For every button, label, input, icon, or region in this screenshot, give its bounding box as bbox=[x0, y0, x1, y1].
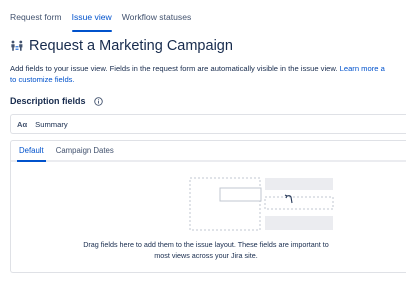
panel-tabs: Default Campaign Dates bbox=[11, 141, 406, 162]
description-fields-header: Description fields bbox=[10, 95, 103, 107]
text-field-type-icon: Aα bbox=[17, 119, 28, 129]
issue-view-settings-page: Request form Issue view Workflow statuse… bbox=[0, 0, 406, 293]
title-row: Request a Marketing Campaign bbox=[10, 37, 233, 55]
info-icon[interactable] bbox=[93, 96, 103, 106]
tab-campaign-dates[interactable]: Campaign Dates bbox=[54, 146, 116, 160]
tab-request-form[interactable]: Request form bbox=[10, 12, 62, 32]
description-line1: Add fields to your issue view. Fields in… bbox=[10, 64, 340, 73]
empty-layout-message: Drag fields here to add them to the issu… bbox=[11, 239, 401, 261]
section-title: Description fields bbox=[10, 96, 86, 106]
tab-workflow-statuses[interactable]: Workflow statuses bbox=[122, 12, 192, 32]
learn-more-link[interactable]: Learn more a bbox=[340, 64, 385, 73]
field-row-summary[interactable]: Aα Summary bbox=[10, 114, 406, 134]
customize-fields-link[interactable]: to customize fields. bbox=[10, 75, 75, 84]
drag-fields-illustration bbox=[189, 177, 334, 231]
page-title: Request a Marketing Campaign bbox=[29, 38, 233, 54]
layout-tab-panel: Default Campaign Dates Drag fields here … bbox=[10, 140, 406, 273]
empty-message-line2: most views across your Jira site. bbox=[154, 251, 258, 260]
people-figures-icon bbox=[11, 40, 23, 51]
tab-default[interactable]: Default bbox=[17, 146, 46, 162]
empty-message-line1: Drag fields here to add them to the issu… bbox=[83, 240, 329, 249]
description-text: Add fields to your issue view. Fields in… bbox=[10, 63, 406, 85]
top-tabs: Request form Issue view Workflow statuse… bbox=[10, 12, 201, 32]
field-label: Summary bbox=[35, 119, 68, 129]
tab-issue-view[interactable]: Issue view bbox=[71, 12, 112, 32]
